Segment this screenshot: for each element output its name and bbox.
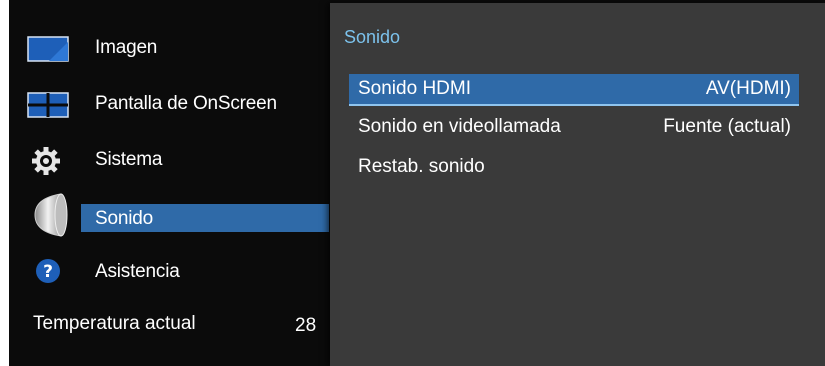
temperature-label: Temperatura actual xyxy=(33,313,196,334)
svg-text:?: ? xyxy=(43,262,53,282)
current-temperature: Temperatura actual 28 xyxy=(33,313,323,339)
menu-item-label: Imagen xyxy=(95,37,158,58)
option-label: Restab. sonido xyxy=(358,156,485,177)
menu-item-pantalla-onscreen[interactable]: Pantalla de OnScreen xyxy=(9,84,329,124)
menu-item-sistema[interactable]: Sistema xyxy=(9,140,329,180)
picture-icon xyxy=(27,36,69,62)
option-value: AV(HDMI) xyxy=(705,78,791,99)
option-label: Sonido HDMI xyxy=(358,78,471,99)
submenu-panel: Sonido Sonido HDMI AV(HDMI) Sonido en vi… xyxy=(330,3,825,366)
menu-item-sonido[interactable]: Sonido xyxy=(9,193,329,240)
menu-item-label: Asistencia xyxy=(95,261,180,282)
menu-item-label: Pantalla de OnScreen xyxy=(95,93,277,114)
option-sonido-hdmi[interactable]: Sonido HDMI AV(HDMI) xyxy=(349,74,799,106)
menu-item-asistencia[interactable]: ? Asistencia xyxy=(9,252,329,292)
panel-title: Sonido xyxy=(344,27,401,47)
option-restab-sonido[interactable]: Restab. sonido xyxy=(349,152,799,182)
onscreen-display-icon xyxy=(27,92,69,118)
option-sonido-videollamada[interactable]: Sonido en videollamada Fuente (actual) xyxy=(349,112,799,142)
gear-icon xyxy=(31,146,61,176)
help-icon: ? xyxy=(35,258,61,284)
menu-item-label: Sistema xyxy=(95,149,163,170)
temperature-value: 28 xyxy=(295,315,317,336)
menu-item-label: Sonido xyxy=(95,208,153,229)
option-label: Sonido en videollamada xyxy=(358,116,561,137)
speaker-icon xyxy=(31,192,69,238)
option-value: Fuente (actual) xyxy=(663,116,791,137)
menu-item-imagen[interactable]: Imagen xyxy=(9,28,329,68)
